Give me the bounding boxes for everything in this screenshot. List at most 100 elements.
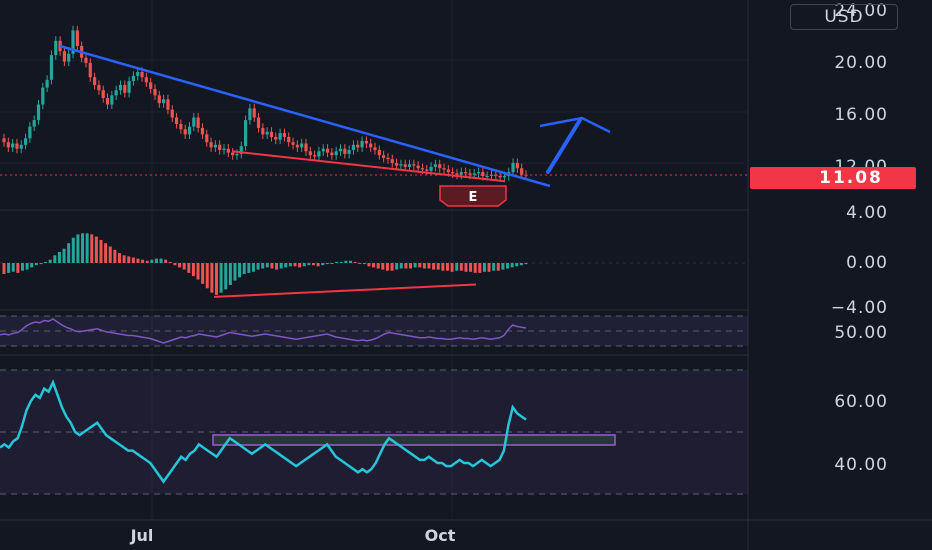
candle <box>23 133 28 150</box>
candle <box>71 25 75 59</box>
macd-bar <box>353 261 357 263</box>
macd-bar <box>339 261 343 263</box>
macd-bar <box>2 263 6 274</box>
support-trendline[interactable] <box>231 150 506 183</box>
currency-selector[interactable]: USD <box>790 4 898 30</box>
macd-bar <box>450 263 454 272</box>
candle <box>75 25 79 51</box>
price-tick-4: 4.00 <box>846 203 888 223</box>
macd-bar <box>191 263 195 277</box>
candle <box>88 58 92 82</box>
macd-bar <box>67 243 71 263</box>
macd-bar <box>261 263 265 269</box>
candle <box>54 36 58 60</box>
macd-tick-0: 0.00 <box>846 253 888 273</box>
macd-bar <box>381 263 385 270</box>
candle <box>295 140 299 152</box>
rsi-highlight-box[interactable] <box>212 434 616 446</box>
candle <box>153 84 157 100</box>
macd-bar <box>150 259 154 263</box>
candle <box>338 144 343 156</box>
candle <box>325 144 330 158</box>
candle <box>157 90 161 108</box>
macd-bar <box>362 263 366 265</box>
candle <box>209 137 213 152</box>
rsi-tick-60: 60.00 <box>834 392 888 412</box>
macd-bar <box>164 259 168 263</box>
macd-bar <box>344 260 348 263</box>
candle <box>183 124 187 139</box>
macd-bar <box>482 263 486 272</box>
candle <box>196 112 200 133</box>
candle <box>127 76 131 98</box>
candle <box>67 49 71 67</box>
candle <box>110 90 114 110</box>
candle <box>118 80 123 95</box>
breakout-arrow-icon[interactable] <box>539 116 611 174</box>
macd-bar <box>432 263 436 270</box>
macd-bar <box>455 263 459 271</box>
candle <box>123 80 127 98</box>
time-label-oct: Oct <box>425 526 456 545</box>
price-tick-16: 16.00 <box>834 105 888 125</box>
time-label-jul: Jul <box>130 526 154 545</box>
macd-bar <box>62 248 66 263</box>
candle <box>45 75 49 93</box>
candle <box>200 123 205 139</box>
macd-bar <box>57 252 61 263</box>
last-price-tag: 11.08 <box>750 167 916 189</box>
candle <box>32 115 36 132</box>
candle <box>41 83 45 110</box>
rsi-small-axis[interactable]: 50.00 <box>834 323 888 343</box>
candle <box>187 122 192 139</box>
price-axis[interactable]: 24.00 20.00 16.00 12.00 4.00 <box>834 1 888 223</box>
macd-bar <box>404 263 408 269</box>
macd-tick-neg4: −4.00 <box>831 298 888 318</box>
macd-bar <box>302 263 306 267</box>
macd-bar <box>284 263 288 268</box>
macd-bar <box>214 263 218 295</box>
candle <box>114 85 118 100</box>
macd-axis[interactable]: 0.00 −4.00 <box>831 253 888 318</box>
candle <box>343 144 347 159</box>
macd-bar <box>409 263 413 269</box>
macd-bar <box>251 263 255 272</box>
candle <box>11 138 15 152</box>
candle <box>101 85 105 103</box>
macd-bar <box>154 258 158 263</box>
macd-bar <box>228 263 232 285</box>
macd-divergence-line[interactable] <box>213 283 477 298</box>
candle <box>174 112 179 129</box>
candle <box>49 50 54 85</box>
time-axis[interactable]: Jul Oct <box>130 526 456 545</box>
earnings-marker[interactable]: E <box>439 185 507 207</box>
candle <box>321 144 325 156</box>
candle <box>170 105 174 123</box>
rsi-axis[interactable]: 60.00 40.00 <box>834 392 888 475</box>
macd-bar <box>418 263 422 268</box>
candle <box>442 163 446 175</box>
candle <box>28 122 32 143</box>
candle <box>179 119 183 134</box>
macd-bar <box>307 263 311 266</box>
candle <box>265 127 269 139</box>
rsi-small-tick-50: 50.00 <box>834 323 888 343</box>
candle <box>62 46 66 67</box>
macd-bar <box>187 263 191 273</box>
macd-bar <box>16 263 20 273</box>
macd-bar <box>238 263 242 278</box>
candle <box>330 148 334 160</box>
descending-trendline[interactable] <box>59 44 551 188</box>
macd-bar <box>53 255 57 263</box>
chart-canvas[interactable]: E 24.00 20.00 16.00 12.00 4.00 0.00 −4.0… <box>0 0 932 550</box>
candle <box>213 140 217 152</box>
macd-bar <box>390 263 394 271</box>
candle <box>6 137 10 152</box>
candle <box>317 146 321 162</box>
candle <box>218 140 222 155</box>
candle <box>252 103 256 123</box>
macd-bar <box>478 263 482 273</box>
candle <box>239 141 243 159</box>
macd-bar <box>325 263 329 265</box>
candle <box>222 144 226 155</box>
